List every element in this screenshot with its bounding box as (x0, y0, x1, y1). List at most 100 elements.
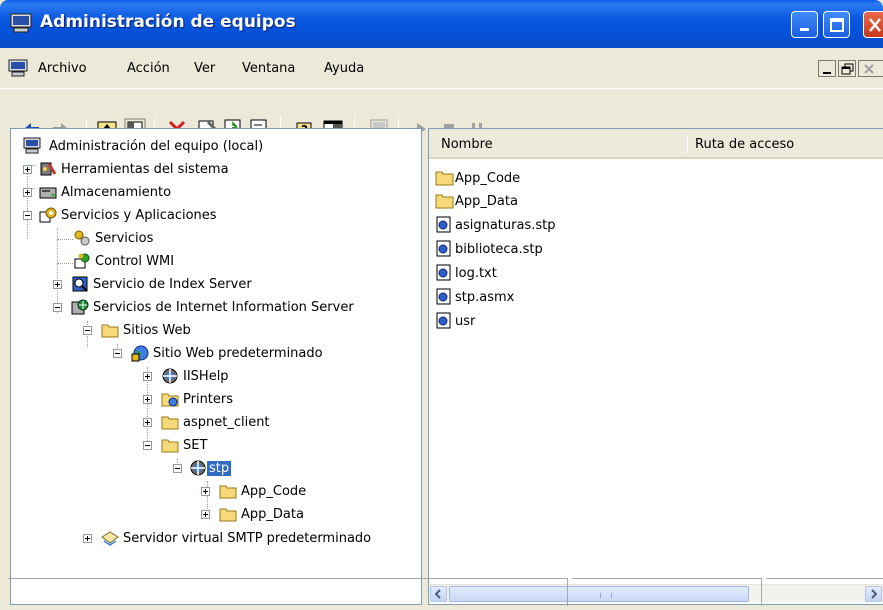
minimize-icon (800, 28, 809, 31)
expand-icon[interactable] (143, 395, 152, 404)
menu-ver[interactable]: Ver (194, 61, 215, 76)
tree-item-label: Servicio de Index Server (93, 277, 252, 292)
computer-management-icon (23, 137, 41, 154)
tree-connector (57, 239, 73, 240)
tree-item-label: Administración del equipo (local) (49, 139, 264, 154)
expand-icon[interactable] (143, 372, 152, 381)
close-button[interactable] (863, 11, 883, 38)
tree-item-label: SET (183, 438, 208, 453)
services-apps-icon (39, 207, 57, 223)
smtp-server-icon (101, 531, 119, 546)
minimize-icon (823, 72, 831, 74)
column-header-name[interactable]: Nombre (441, 137, 493, 152)
expand-icon[interactable] (201, 487, 210, 496)
virtual-directory-icon (162, 368, 178, 384)
status-pane (8, 578, 568, 606)
tree-item-label: Control WMI (95, 254, 175, 269)
tree-item-label: Sitios Web (123, 323, 191, 338)
menu-accion[interactable]: Acción (127, 61, 170, 76)
console-tree[interactable]: Administración del equipo (local) Herram… (10, 128, 422, 605)
folder-icon (435, 194, 454, 209)
tree-item-label: Servicios (95, 231, 154, 246)
tree-item-label: Printers (183, 392, 234, 407)
folder-icon (161, 416, 179, 430)
file-icon (436, 216, 451, 233)
close-icon (864, 64, 874, 74)
file-icon (436, 264, 451, 281)
collapse-icon[interactable] (83, 326, 92, 335)
menu-archivo[interactable]: Archivo (38, 61, 87, 76)
website-icon (131, 345, 149, 362)
collapse-icon[interactable] (143, 441, 152, 450)
maximize-icon (830, 18, 844, 32)
maximize-button[interactable] (823, 11, 850, 38)
storage-icon (39, 187, 57, 199)
computer-management-icon (10, 13, 32, 33)
close-icon (869, 18, 881, 32)
tree-item-label: IISHelp (183, 369, 229, 384)
iis-icon (71, 299, 89, 315)
minimize-button[interactable] (791, 11, 818, 38)
expand-icon[interactable] (53, 280, 62, 289)
tools-icon (40, 162, 57, 176)
tree-item-label: aspnet_client (183, 415, 270, 430)
mdi-minimize-button[interactable] (818, 60, 836, 77)
system-menu-icon[interactable] (8, 59, 28, 77)
folder-icon (101, 324, 119, 338)
status-pane (572, 578, 762, 606)
collapse-icon[interactable] (173, 464, 182, 473)
tree-item-label: stp (207, 461, 232, 476)
list-item-name: App_Data (455, 194, 518, 209)
menu-bar: Archivo Acción Ver Ventana Ayuda (0, 54, 883, 82)
tree-connector (57, 228, 58, 313)
column-separator[interactable] (687, 135, 688, 153)
list-item-name: stp.asmx (455, 290, 515, 305)
list-item-name: usr (455, 314, 476, 329)
menu-ventana[interactable]: Ventana (242, 61, 295, 76)
menu-ayuda[interactable]: Ayuda (324, 61, 364, 76)
mdi-restore-button[interactable] (838, 60, 856, 77)
file-icon (436, 312, 451, 329)
title-bar[interactable]: Administración de equipos (0, 0, 883, 48)
expand-icon[interactable] (23, 165, 32, 174)
list-item-name: App_Code (455, 171, 521, 186)
web-folder-icon (161, 393, 179, 407)
list-header: Nombre Ruta de acceso (429, 129, 883, 159)
expand-icon[interactable] (83, 534, 92, 543)
tree-item-label: App_Code (241, 484, 307, 499)
tree-item-label: Almacenamiento (61, 185, 172, 200)
folder-icon (435, 171, 454, 186)
folder-icon (219, 485, 237, 499)
tree-connector (27, 165, 28, 239)
column-header-path[interactable]: Ruta de acceso (695, 137, 794, 152)
index-server-icon (72, 276, 88, 292)
mdi-close-button[interactable] (858, 60, 883, 77)
wmi-control-icon (74, 253, 90, 269)
tree-item-label: Servidor virtual SMTP predeterminado (123, 531, 372, 546)
tree-connector (57, 263, 73, 264)
tree-item-label: Sitio Web predeterminado (153, 346, 323, 361)
restore-icon (841, 63, 854, 75)
gears-icon (74, 230, 90, 246)
details-list[interactable]: Nombre Ruta de acceso App_Code App_Data … (428, 128, 883, 605)
tree-item-label: Servicios y Aplicaciones (61, 208, 217, 223)
expand-icon[interactable] (143, 418, 152, 427)
status-pane (766, 578, 883, 606)
tree-item-label: Herramientas del sistema (61, 162, 229, 177)
list-item-name: biblioteca.stp (455, 242, 543, 257)
expand-icon[interactable] (201, 510, 210, 519)
collapse-icon[interactable] (113, 349, 122, 358)
window-title: Administración de equipos (40, 12, 296, 32)
list-item-name: log.txt (455, 266, 497, 281)
toolbar-divider (0, 88, 883, 89)
application-icon (190, 460, 206, 476)
collapse-icon[interactable] (23, 211, 32, 220)
tree-item-label: App_Data (241, 507, 304, 522)
folder-icon (219, 508, 237, 522)
collapse-icon[interactable] (53, 303, 62, 312)
expand-icon[interactable] (23, 188, 32, 197)
list-item-name: asignaturas.stp (455, 218, 556, 233)
file-icon (436, 240, 451, 257)
folder-icon (161, 439, 179, 453)
tree-item-label: Servicios de Internet Information Server (93, 300, 354, 315)
